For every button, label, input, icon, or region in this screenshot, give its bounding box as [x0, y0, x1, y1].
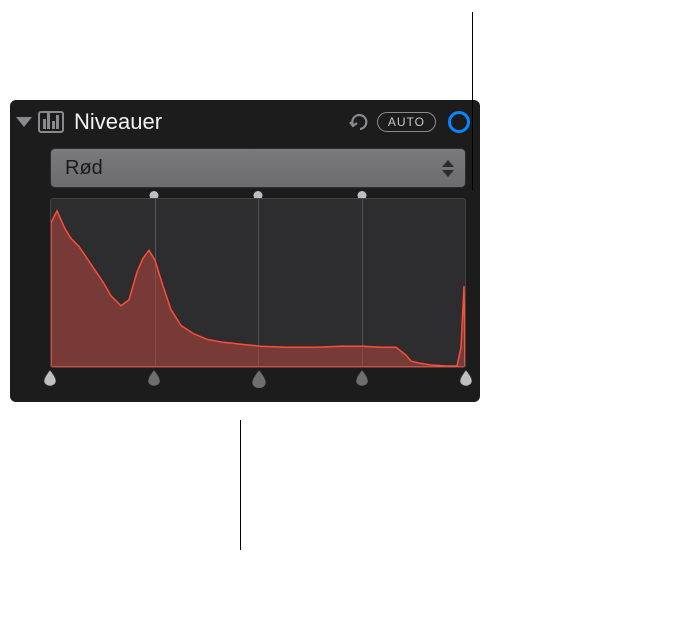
callout-line — [240, 420, 241, 550]
levels-icon — [38, 111, 64, 133]
disclosure-triangle-icon[interactable] — [16, 117, 32, 127]
histogram-section — [50, 198, 466, 388]
enable-ring-icon[interactable] — [448, 111, 470, 133]
channel-dropdown-label: Rød — [65, 157, 439, 180]
chevron-down-icon — [442, 170, 454, 177]
undo-icon[interactable] — [349, 112, 371, 132]
bottom-handles-track — [50, 370, 466, 388]
callout-line — [472, 12, 473, 190]
levels-drop-handle[interactable] — [355, 370, 369, 386]
histogram-curve — [51, 211, 465, 367]
panel-title: Niveauer — [74, 109, 343, 135]
levels-drop-handle[interactable] — [459, 370, 473, 386]
levels-drop-handle[interactable] — [147, 370, 161, 386]
histogram-plot — [50, 198, 466, 368]
levels-drop-handle[interactable] — [251, 370, 265, 386]
panel-header: Niveauer AUTO — [10, 100, 480, 144]
chevron-up-icon — [442, 160, 454, 167]
auto-button[interactable]: AUTO — [377, 112, 436, 132]
levels-drop-handle[interactable] — [43, 370, 57, 386]
dropdown-stepper-icon — [439, 160, 457, 177]
channel-dropdown[interactable]: Rød — [50, 148, 466, 188]
levels-panel: Niveauer AUTO Rød — [10, 100, 480, 402]
